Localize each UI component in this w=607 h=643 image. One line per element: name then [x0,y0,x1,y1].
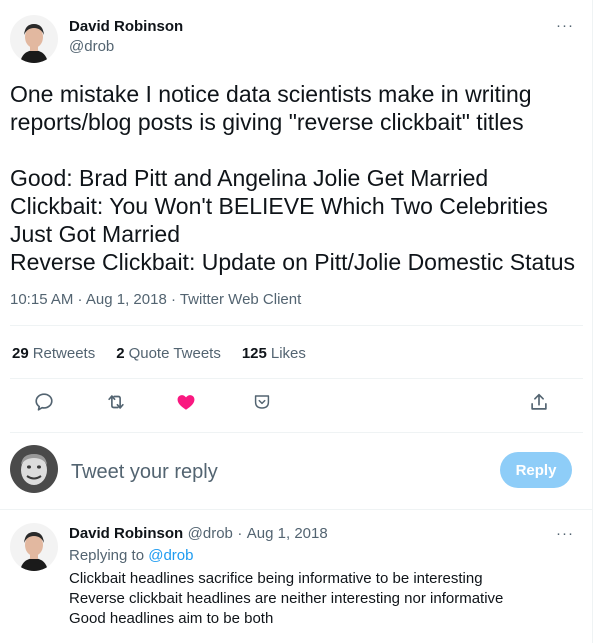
share-icon [254,395,270,409]
author-name[interactable]: David Robinson [69,18,183,35]
likes-label: Likes [270,345,306,362]
author-handle[interactable]: @drob [69,38,114,55]
like-icon [177,395,195,410]
replying-to-handle[interactable]: @drob [148,547,193,564]
reply-author-handle[interactable]: @drob [188,525,233,542]
reply-author-name[interactable]: David Robinson [69,525,183,542]
upload-icon [531,393,547,410]
author-avatar[interactable] [10,15,58,63]
share-action[interactable] [251,391,273,418]
upload-action[interactable] [528,391,550,418]
tweet-text: One mistake I notice data scientists mak… [10,81,576,275]
like-action[interactable] [175,391,197,418]
reply-more-options-icon[interactable]: ··· [556,526,574,541]
retweets-stat[interactable]: 29 Retweets [12,345,95,362]
likes-count: 125 [241,345,267,362]
more-options-icon[interactable]: ··· [556,18,574,33]
reply-button[interactable]: Reply [500,452,572,488]
quote-tweets-stat[interactable]: 2 Quote Tweets [116,345,221,362]
reply-input[interactable]: Tweet your reply [71,461,218,484]
divider [10,325,583,326]
replying-to-label: Replying to [69,547,145,564]
tweet-detail-panel: David Robinson @drob ··· One mistake I n… [0,0,593,643]
quote-tweets-count: 2 [116,345,125,362]
tweet-timestamp[interactable]: 10:15 AM · Aug 1, 2018 · Twitter Web Cli… [10,291,301,308]
reply-date[interactable]: Aug 1, 2018 [247,525,328,542]
retweets-label: Retweets [32,345,96,362]
reply-text: Clickbait headlines sacrifice being info… [69,570,504,627]
meta-separator: · [237,525,243,542]
reply-header: David Robinson @drob · Aug 1, 2018 [69,525,328,543]
reply-author-avatar[interactable] [10,523,58,571]
divider [10,378,583,379]
retweet-action[interactable] [105,391,127,418]
divider [0,509,593,510]
reply-icon [35,393,53,411]
engagement-stats: 29 Retweets 2 Quote Tweets 125 Likes [12,345,306,362]
user-avatar[interactable] [10,445,58,493]
quote-tweets-label: Quote Tweets [128,345,221,362]
retweet-icon [108,395,124,409]
divider [10,432,583,433]
retweets-count: 29 [12,345,29,362]
likes-stat[interactable]: 125 Likes [242,345,306,362]
reply-action[interactable] [33,391,55,418]
replying-to: Replying to @drob [69,547,193,564]
